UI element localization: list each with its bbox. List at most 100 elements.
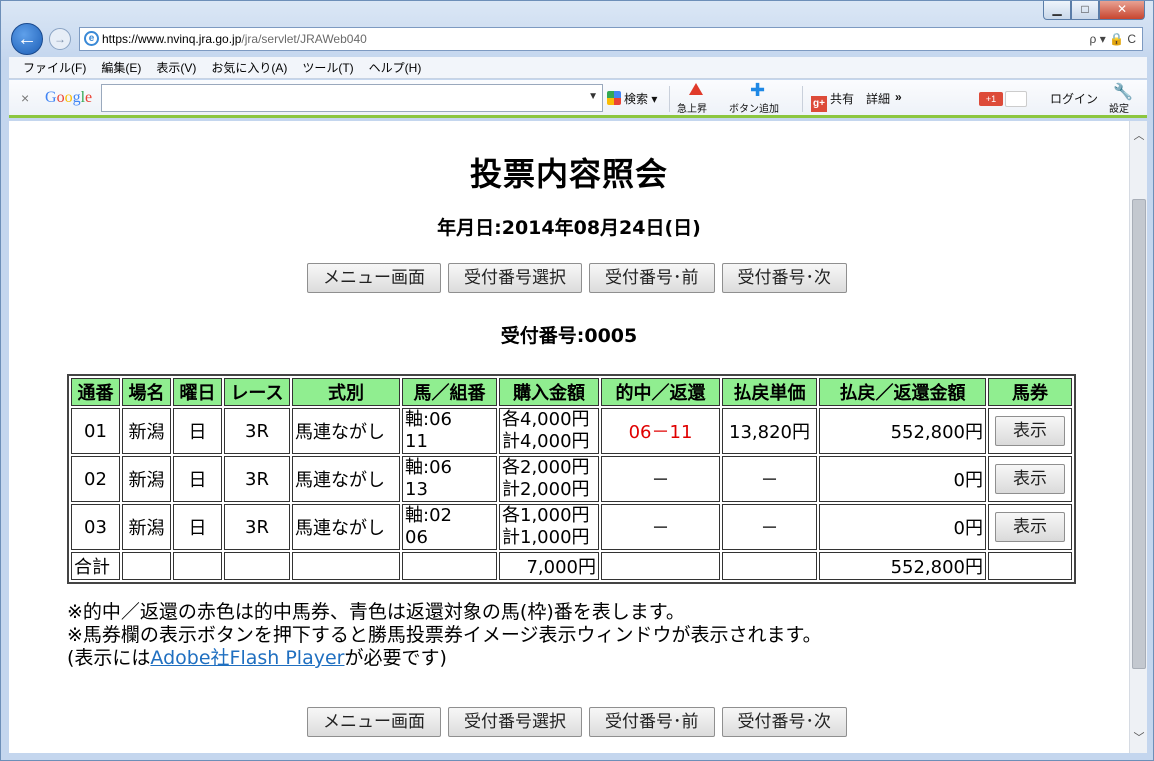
note-line: ※的中／返還の赤色は的中馬券、青色は返還対象の馬(枠)番を表します。 — [67, 601, 685, 623]
google-plus-icon: g+ — [811, 96, 827, 112]
cell-bet-type: 馬連ながし — [292, 456, 400, 502]
empty-cell — [292, 552, 400, 580]
more-button[interactable]: » — [895, 90, 902, 104]
chevron-down-icon[interactable]: ▼ — [588, 91, 598, 102]
up-arrow-icon — [689, 83, 703, 95]
forward-button[interactable]: → — [49, 28, 71, 50]
cell-ticket: 表示 — [988, 408, 1072, 454]
trending-button[interactable]: 急上昇 — [677, 100, 707, 115]
maximize-button[interactable]: □ — [1071, 1, 1099, 20]
total-payout: 552,800円 — [819, 552, 986, 580]
column-header: 式別 — [292, 378, 400, 406]
menu-file[interactable]: ファイル(F) — [23, 57, 86, 78]
empty-cell — [722, 552, 817, 580]
cell-day: 日 — [173, 456, 222, 502]
login-button[interactable]: ログイン — [1050, 90, 1098, 107]
google-search-input[interactable]: ▼ — [101, 84, 603, 112]
google-logo: Google — [45, 89, 93, 106]
empty-cell — [988, 552, 1072, 580]
scroll-thumb[interactable] — [1132, 199, 1146, 669]
cell-no: 03 — [71, 504, 120, 550]
close-button[interactable]: ✕ — [1099, 1, 1145, 20]
menu-screen-button[interactable]: メニュー画面 — [307, 263, 441, 293]
detail-button[interactable]: 詳細 — [866, 90, 890, 107]
cell-combination: 軸:02 06 — [402, 504, 497, 550]
add-button[interactable]: ボタン追加 — [729, 100, 779, 115]
settings-button[interactable]: 設定 — [1109, 100, 1129, 115]
share-button[interactable]: g+ 共有 — [811, 90, 854, 112]
cell-payout: 0円 — [819, 456, 986, 502]
plus-icon: ✚ — [750, 80, 766, 100]
nav-buttons-top: メニュー画面 受付番号選択 受付番号･前 受付番号･次 — [9, 263, 1129, 293]
wrench-icon[interactable]: 🔧 — [1113, 82, 1133, 102]
vertical-scrollbar[interactable]: ︿ ﹀ — [1129, 121, 1147, 753]
gplus-count-box — [1005, 91, 1027, 107]
column-header: 馬／組番 — [402, 378, 497, 406]
cell-amount: 各1,000円 計1,000円 — [499, 504, 599, 550]
next-receipt-button[interactable]: 受付番号･次 — [721, 707, 847, 737]
url-path: /jra/servlet/JRAWeb040 — [241, 32, 367, 46]
address-bar[interactable]: e https://www.nvinq.jra.go.jp/jra/servle… — [79, 27, 1143, 51]
cell-unit-price: 13,820円 — [722, 408, 817, 454]
back-button[interactable]: ← — [11, 23, 43, 55]
cell-day: 日 — [173, 408, 222, 454]
menu-screen-button[interactable]: メニュー画面 — [307, 707, 441, 737]
table-row: 02 新潟 日 3R 馬連ながし 軸:06 13 各2,000円 計2,000円 －… — [71, 456, 1072, 502]
column-header: 払戻／返還金額 — [819, 378, 986, 406]
flash-player-link[interactable]: Adobe社Flash Player — [150, 647, 344, 669]
minimize-button[interactable]: ▁ — [1043, 1, 1071, 20]
scroll-up-icon[interactable]: ︿ — [1130, 127, 1148, 145]
cell-combination: 軸:06 13 — [402, 456, 497, 502]
scroll-down-icon[interactable]: ﹀ — [1130, 729, 1148, 747]
menu-tools[interactable]: ツール(T) — [302, 57, 353, 78]
gplus-one-icon[interactable]: +1 — [979, 92, 1003, 106]
google-search-button[interactable]: 検索 ▾ — [607, 90, 657, 107]
next-receipt-button[interactable]: 受付番号･次 — [721, 263, 847, 293]
cell-ticket: 表示 — [988, 456, 1072, 502]
menu-bar: ファイル(F) 編集(E) 表示(V) お気に入り(A) ツール(T) ヘルプ(… — [9, 57, 1147, 79]
empty-cell — [402, 552, 497, 580]
column-header: 的中／返還 — [601, 378, 720, 406]
cell-hit: － — [601, 504, 720, 550]
toolbar-separator — [669, 86, 670, 112]
cell-race: 3R — [224, 504, 290, 550]
empty-cell — [601, 552, 720, 580]
show-ticket-button[interactable]: 表示 — [995, 464, 1065, 494]
menu-favorites[interactable]: お気に入り(A) — [211, 57, 287, 78]
note-line: (表示にはAdobe社Flash Playerが必要です) — [67, 647, 447, 669]
column-header: レース — [224, 378, 290, 406]
nav-buttons-bottom: メニュー画面 受付番号選択 受付番号･前 受付番号･次 — [9, 707, 1129, 737]
menu-help[interactable]: ヘルプ(H) — [369, 57, 422, 78]
cell-bet-type: 馬連ながし — [292, 408, 400, 454]
navigation-bar: ← → e https://www.nvinq.jra.go.jp/jra/se… — [9, 23, 1147, 55]
column-header: 払戻単価 — [722, 378, 817, 406]
menu-edit[interactable]: 編集(E) — [101, 57, 141, 78]
table-header-row: 通番 場名 曜日 レース 式別 馬／組番 購入金額 的中／返還 払戻単価 払戻／… — [71, 378, 1072, 406]
address-tools[interactable]: ρ ▾ 🔒 C — [1090, 28, 1136, 50]
page-title: 投票内容照会 — [469, 155, 668, 193]
total-row: 合計 7,000円 552,800円 — [71, 552, 1072, 580]
cell-ticket: 表示 — [988, 504, 1072, 550]
select-receipt-button[interactable]: 受付番号選択 — [448, 263, 582, 293]
column-header: 購入金額 — [499, 378, 599, 406]
show-ticket-button[interactable]: 表示 — [995, 416, 1065, 446]
cell-venue: 新潟 — [122, 504, 171, 550]
total-label: 合計 — [71, 552, 120, 580]
empty-cell — [224, 552, 290, 580]
menu-view[interactable]: 表示(V) — [156, 57, 196, 78]
cell-hit: 06－11 — [601, 408, 720, 454]
show-ticket-button[interactable]: 表示 — [995, 512, 1065, 542]
notes: ※的中／返還の赤色は的中馬券、青色は返還対象の馬(枠)番を表します。 ※馬券欄の… — [67, 601, 822, 670]
cell-day: 日 — [173, 504, 222, 550]
bets-table: 通番 場名 曜日 レース 式別 馬／組番 購入金額 的中／返還 払戻単価 払戻／… — [67, 374, 1076, 584]
cell-amount: 各4,000円 計4,000円 — [499, 408, 599, 454]
toolbar-close-button[interactable]: × — [21, 90, 29, 106]
prev-receipt-button[interactable]: 受付番号･前 — [589, 707, 715, 737]
select-receipt-button[interactable]: 受付番号選択 — [448, 707, 582, 737]
total-amount: 7,000円 — [499, 552, 599, 580]
prev-receipt-button[interactable]: 受付番号･前 — [589, 263, 715, 293]
column-header: 場名 — [122, 378, 171, 406]
toolbar-separator — [802, 86, 803, 112]
google-toolbar: × Google ▼ 検索 ▾ 急上昇 ✚ ボタン追加 g+ 共有 詳細 » +1… — [9, 80, 1147, 118]
cell-race: 3R — [224, 408, 290, 454]
